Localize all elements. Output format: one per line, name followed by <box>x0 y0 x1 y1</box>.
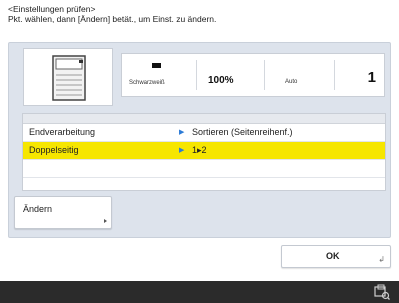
instruction-text: Pkt. wählen, dann [Ändern] betät., um Ei… <box>8 14 217 24</box>
change-button[interactable]: Ändern <box>14 196 112 229</box>
divider <box>264 60 265 90</box>
settings-panel: Schwarzweiß 100% Auto 1 Endverarbeitung … <box>8 42 391 238</box>
ok-button[interactable]: OK ↲ <box>281 245 391 268</box>
color-mode-label: Schwarzweiß <box>129 80 165 86</box>
copies-count: 1 <box>367 69 376 86</box>
status-monitor-icon[interactable] <box>374 284 390 300</box>
paper-value: Auto <box>285 79 298 85</box>
divider <box>334 60 335 90</box>
settings-list: Endverarbeitung ▶ Sortieren (Seitenreihe… <box>22 113 386 191</box>
zoom-value: 100% <box>208 75 234 86</box>
status-bar <box>0 281 399 303</box>
setting-value: 1▸2 <box>192 145 207 155</box>
setting-label: Endverarbeitung <box>29 127 96 137</box>
setting-value: Sortieren (Seitenreihenf.) <box>192 127 293 137</box>
return-arrow-icon: ↲ <box>378 255 385 264</box>
arrow-right-icon: ▶ <box>179 129 185 136</box>
instruction-header: <Einstellungen prüfen> Pkt. wählen, dann… <box>8 4 393 24</box>
setting-row-finishing[interactable]: Endverarbeitung ▶ Sortieren (Seitenreihe… <box>23 124 385 142</box>
bw-color-icon <box>152 63 161 68</box>
printer-icon <box>52 55 86 101</box>
setting-row-empty <box>23 160 385 178</box>
arrow-right-icon: ▶ <box>179 147 185 154</box>
job-summary: Schwarzweiß 100% Auto 1 <box>121 53 385 97</box>
setting-label: Doppelseitig <box>29 145 79 155</box>
setting-row-duplex[interactable]: Doppelseitig ▶ 1▸2 <box>23 142 385 160</box>
ok-button-label: OK <box>326 251 340 261</box>
divider <box>196 60 197 90</box>
list-header <box>23 114 385 124</box>
preview-thumbnail <box>23 48 113 106</box>
page-title: <Einstellungen prüfen> <box>8 4 96 14</box>
triangle-right-icon <box>104 219 107 223</box>
change-button-label: Ändern <box>23 204 53 214</box>
